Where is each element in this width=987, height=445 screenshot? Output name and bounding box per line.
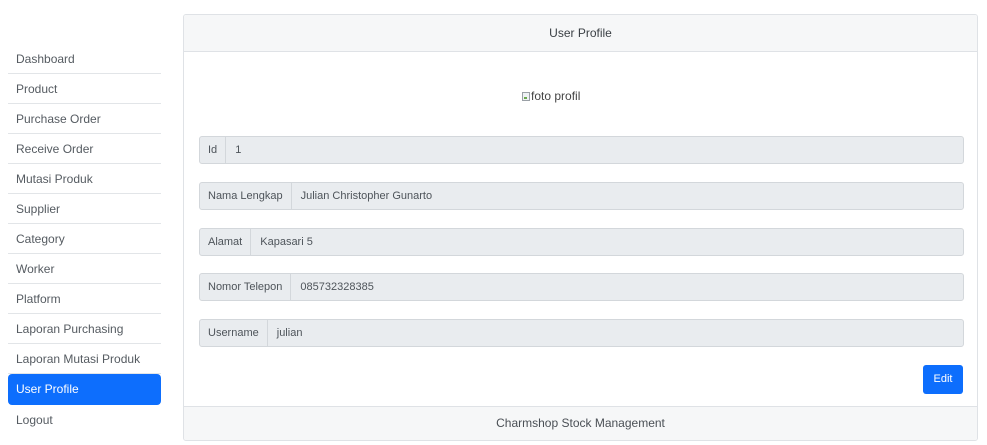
card-header-title: User Profile xyxy=(184,15,977,52)
sidebar-nav: Dashboard Product Purchase Order Receive… xyxy=(8,44,161,435)
sidebar-item-category[interactable]: Category xyxy=(8,224,161,254)
profile-photo: foto profil xyxy=(522,89,580,103)
card-footer-text: Charmshop Stock Management xyxy=(184,406,977,440)
sidebar-item-product[interactable]: Product xyxy=(8,74,161,104)
profile-photo-alt-text: foto profil xyxy=(531,89,581,103)
cropped-top-bar xyxy=(0,0,96,8)
sidebar-item-platform[interactable]: Platform xyxy=(8,284,161,314)
id-field: Id 1 xyxy=(199,136,964,164)
nama-lengkap-field-label: Nama Lengkap xyxy=(200,183,292,209)
username-field-label: Username xyxy=(200,320,268,346)
alamat-field: Alamat Kapasari 5 xyxy=(199,228,964,256)
nomor-telepon-field: Nomor Telepon 085732328385 xyxy=(199,273,964,301)
sidebar-item-laporan-mutasi-produk[interactable]: Laporan Mutasi Produk xyxy=(8,344,161,374)
username-field: Username julian xyxy=(199,319,964,347)
sidebar-item-logout[interactable]: Logout xyxy=(8,405,161,435)
sidebar-item-user-profile[interactable]: User Profile xyxy=(8,374,161,405)
id-field-label: Id xyxy=(200,137,227,163)
nomor-telepon-field-label: Nomor Telepon xyxy=(200,274,292,300)
nama-lengkap-field-value: Julian Christopher Gunarto xyxy=(300,190,433,202)
edit-button[interactable]: Edit xyxy=(923,365,963,394)
sidebar-item-laporan-purchasing[interactable]: Laporan Purchasing xyxy=(8,314,161,344)
alamat-field-value: Kapasari 5 xyxy=(260,236,313,248)
user-profile-card: User Profile foto profil Id 1 Nama Lengk… xyxy=(183,14,978,441)
sidebar-item-receive-order[interactable]: Receive Order xyxy=(8,134,161,164)
sidebar-item-dashboard[interactable]: Dashboard xyxy=(8,44,161,74)
sidebar-item-supplier[interactable]: Supplier xyxy=(8,194,161,224)
broken-image-icon xyxy=(522,91,530,101)
nomor-telepon-field-value: 085732328385 xyxy=(300,281,374,293)
sidebar-item-mutasi-produk[interactable]: Mutasi Produk xyxy=(8,164,161,194)
sidebar-item-worker[interactable]: Worker xyxy=(8,254,161,284)
id-field-value: 1 xyxy=(235,144,242,156)
username-field-value: julian xyxy=(276,327,303,339)
nama-lengkap-field: Nama Lengkap Julian Christopher Gunarto xyxy=(199,182,964,210)
alamat-field-label: Alamat xyxy=(200,229,252,255)
app-window: Dashboard Product Purchase Order Receive… xyxy=(0,0,987,445)
sidebar-item-purchase-order[interactable]: Purchase Order xyxy=(8,104,161,134)
